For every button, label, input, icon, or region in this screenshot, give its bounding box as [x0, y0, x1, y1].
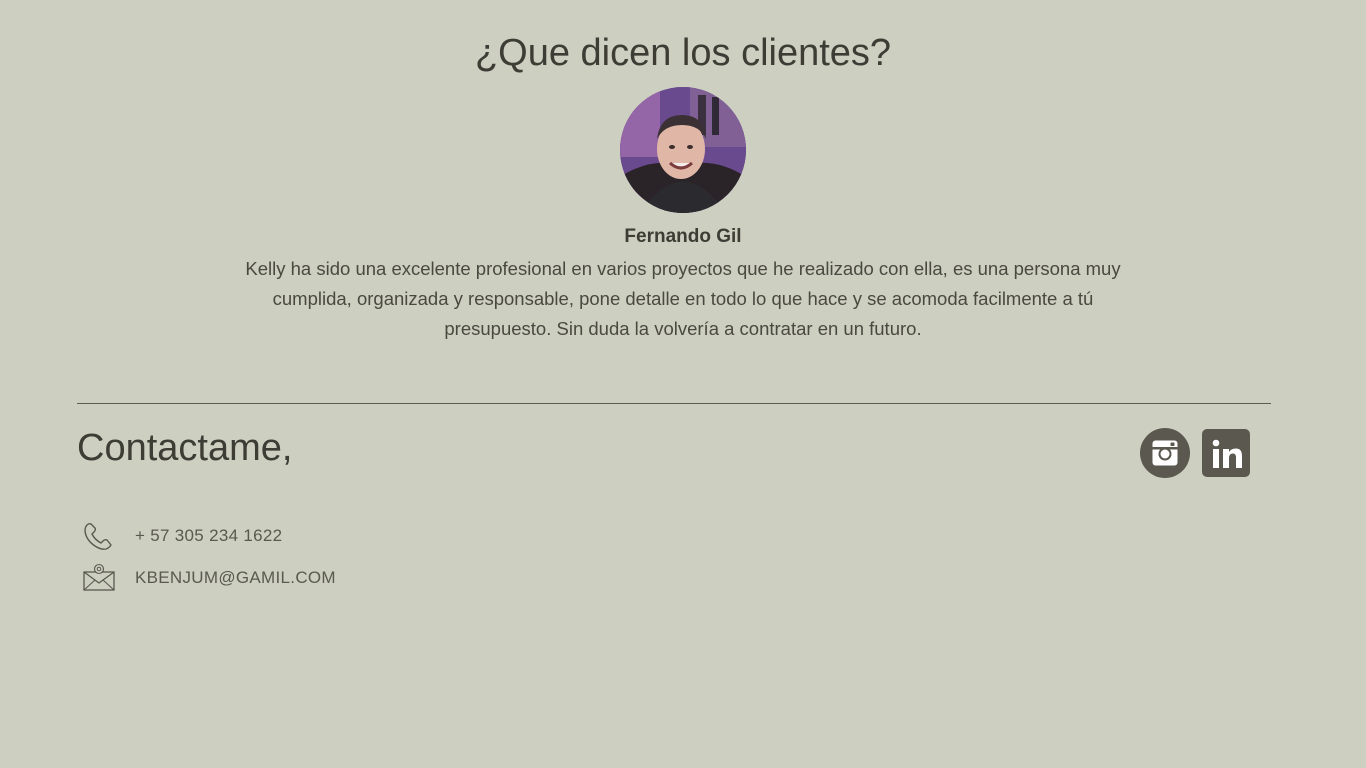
instagram-link[interactable]	[1140, 428, 1190, 478]
testimonial-quote: Kelly ha sido una excelente profesional …	[245, 258, 1121, 339]
contact-phone-text: + 57 305 234 1622	[135, 526, 283, 545]
envelope-at-icon	[83, 563, 115, 591]
linkedin-icon	[1202, 429, 1250, 477]
instagram-icon	[1140, 428, 1190, 478]
testimonials-title: ¿Que dicen los clientes?	[474, 32, 892, 74]
linkedin-link[interactable]	[1202, 429, 1250, 477]
testimonial-author-name: Fernando Gil	[624, 226, 742, 247]
phone-icon	[84, 522, 112, 550]
contact-title: Contactame,	[77, 427, 293, 469]
avatar-photo	[620, 87, 746, 213]
contact-email-text: KBENJUM@GAMIL.COM	[135, 568, 336, 587]
section-divider	[77, 403, 1271, 404]
avatar	[620, 87, 746, 213]
